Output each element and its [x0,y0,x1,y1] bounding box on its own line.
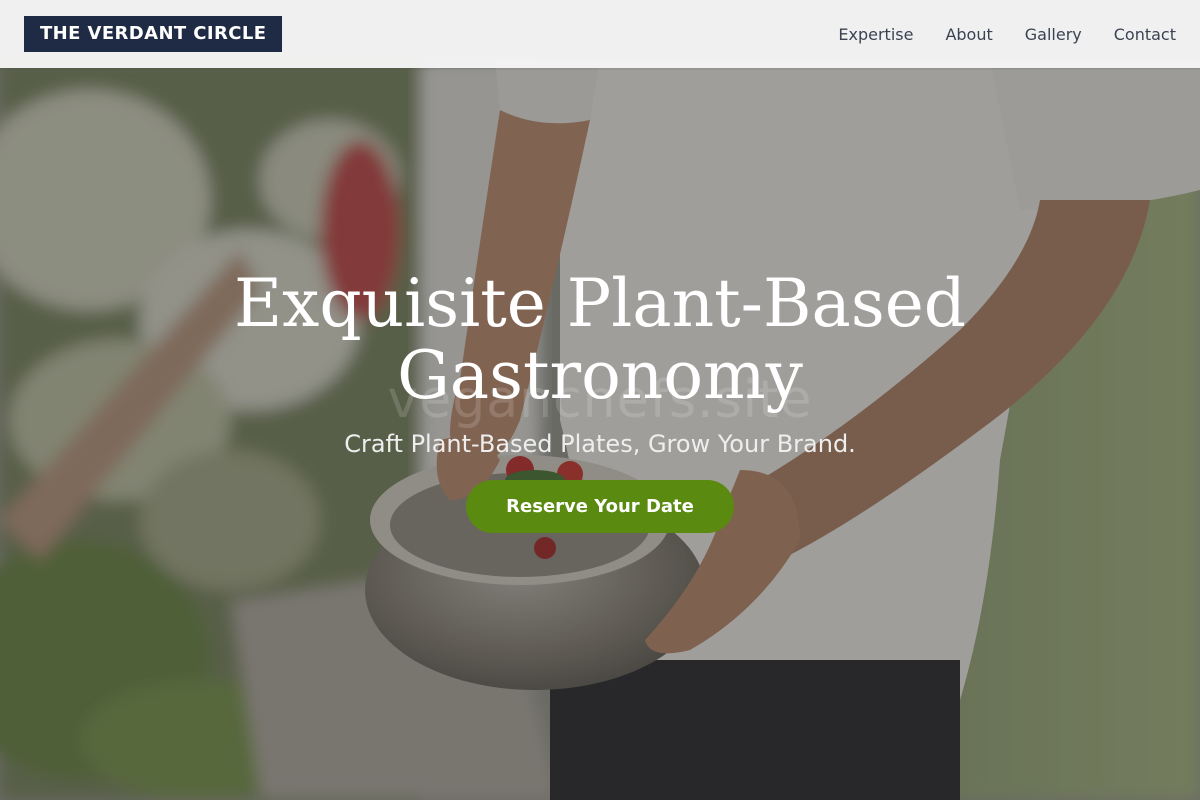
site-logo[interactable]: THE VERDANT CIRCLE [24,16,283,52]
nav-link-expertise[interactable]: Expertise [838,25,913,44]
nav-links: Expertise About Gallery Contact [838,0,1176,68]
hero-content: Exquisite Plant-Based Gastronomy Craft P… [0,268,1200,533]
hero-title-line-1: Exquisite Plant-Based [233,265,967,342]
top-navigation-bar: THE VERDANT CIRCLE Expertise About Galle… [0,0,1200,68]
hero-title-line-2: Gastronomy [397,337,803,414]
reserve-date-button[interactable]: Reserve Your Date [466,480,734,533]
hero-subtitle: Craft Plant-Based Plates, Grow Your Bran… [344,430,856,458]
nav-link-about[interactable]: About [945,25,992,44]
hero-section: veganchefs.site Exquisite Plant-Based Ga… [0,0,1200,800]
nav-link-gallery[interactable]: Gallery [1025,25,1082,44]
nav-link-contact[interactable]: Contact [1114,25,1176,44]
hero-title: Exquisite Plant-Based Gastronomy [0,268,1200,412]
